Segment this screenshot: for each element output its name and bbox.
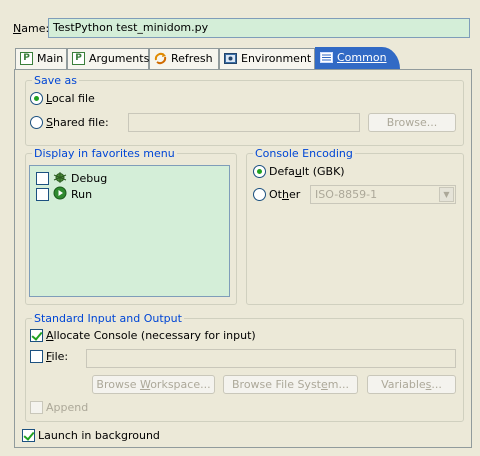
debug-label: Debug <box>71 172 108 185</box>
launch-background-indicator[interactable] <box>22 429 35 442</box>
append-checkbox[interactable]: Append <box>30 401 88 414</box>
shared-file-label: Shared file: <box>46 116 109 129</box>
other-encoding-radio[interactable]: Other <box>253 188 300 201</box>
favorite-item-debug[interactable]: Debug <box>36 170 107 187</box>
other-encoding-select[interactable]: ISO-8859-1 ▼ <box>310 185 456 204</box>
std-io-title: Standard Input and Output <box>32 312 184 325</box>
console-encoding-group: Console Encoding Default (GBK) Other ISO… <box>246 147 464 305</box>
common-icon <box>320 51 333 64</box>
debug-bug-icon <box>53 170 67 187</box>
local-file-radio[interactable]: Local file <box>30 92 95 105</box>
default-encoding-label: Default (GBK) <box>269 165 345 178</box>
chevron-down-icon[interactable]: ▼ <box>439 187 454 202</box>
favorites-group: Display in favorites menu Debug Run <box>25 147 237 305</box>
python-file-icon: P <box>72 52 85 65</box>
file-output-label: File: <box>46 350 69 363</box>
std-io-group: Standard Input and Output Allocate Conso… <box>25 312 464 422</box>
other-encoding-label: Other <box>269 188 301 201</box>
name-input[interactable]: TestPython test_minidom.py <box>48 18 470 38</box>
local-file-radio-indicator[interactable] <box>30 92 43 105</box>
run-label: Run <box>71 188 93 201</box>
default-encoding-radio[interactable]: Default (GBK) <box>253 165 345 178</box>
other-encoding-radio-indicator[interactable] <box>253 188 266 201</box>
shared-file-radio-indicator[interactable] <box>30 116 43 129</box>
file-output-input[interactable] <box>86 349 456 368</box>
favorite-item-run[interactable]: Run <box>36 186 92 203</box>
common-tab-panel: Save as Local file Shared file: Browse..… <box>14 69 472 448</box>
tab-common[interactable]: Common <box>315 47 400 69</box>
refresh-icon <box>154 52 167 65</box>
environment-icon <box>224 52 237 65</box>
other-encoding-value: ISO-8859-1 <box>315 188 378 201</box>
launch-background-label: Launch in background <box>38 429 160 442</box>
append-label: Append <box>46 401 89 414</box>
debug-checkbox[interactable] <box>36 172 49 185</box>
python-file-icon: P <box>20 52 33 65</box>
name-label: Name: <box>13 22 50 35</box>
append-indicator[interactable] <box>30 401 43 414</box>
default-encoding-radio-indicator[interactable] <box>253 165 266 178</box>
allocate-console-label: Allocate Console (necessary for input) <box>46 329 256 342</box>
allocate-console-indicator[interactable] <box>30 329 43 342</box>
allocate-console-checkbox[interactable]: Allocate Console (necessary for input) <box>30 329 256 342</box>
local-file-label: Local file <box>46 92 95 105</box>
file-output-indicator[interactable] <box>30 350 43 363</box>
shared-browse-button[interactable]: Browse... <box>368 113 456 132</box>
tab-environment[interactable]: Environment <box>219 48 315 69</box>
browse-workspace-button[interactable]: Browse Workspace... <box>92 375 215 394</box>
tab-main[interactable]: P Main <box>15 48 67 69</box>
variables-button[interactable]: Variables... <box>367 375 456 394</box>
tab-arguments[interactable]: P Arguments <box>67 48 149 69</box>
favorites-list: Debug Run <box>29 165 230 297</box>
shared-file-radio[interactable]: Shared file: <box>30 116 109 129</box>
tab-refresh[interactable]: Refresh <box>149 48 219 69</box>
save-as-group: Save as Local file Shared file: Browse..… <box>25 74 464 146</box>
launch-background-checkbox[interactable]: Launch in background <box>22 429 160 442</box>
shared-file-input[interactable] <box>128 113 360 132</box>
file-output-checkbox[interactable]: File: <box>30 350 68 363</box>
run-checkbox[interactable] <box>36 188 49 201</box>
run-play-icon <box>53 186 67 203</box>
console-encoding-title: Console Encoding <box>253 147 355 160</box>
save-as-title: Save as <box>32 74 79 87</box>
browse-file-system-button[interactable]: Browse File System... <box>223 375 358 394</box>
favorites-title: Display in favorites menu <box>32 147 177 160</box>
